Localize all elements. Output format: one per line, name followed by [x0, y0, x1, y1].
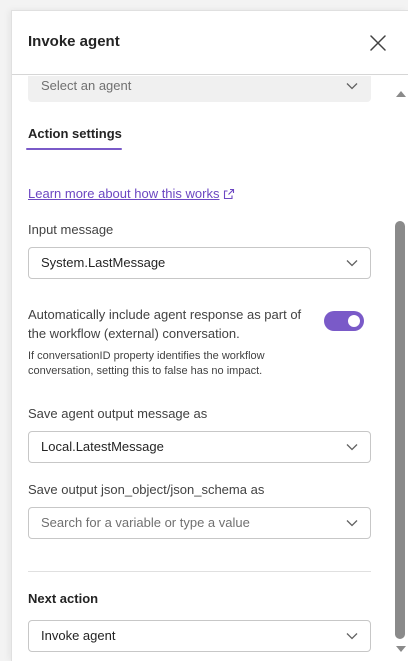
input-message-select[interactable]: System.LastMessage — [28, 247, 371, 279]
include-response-toggle[interactable] — [324, 311, 364, 331]
chevron-down-icon — [346, 260, 358, 267]
external-link-icon — [224, 188, 235, 200]
include-response-helper: If conversationID property identifies th… — [28, 350, 265, 377]
next-action-label: Next action — [28, 591, 99, 606]
save-output-value: Local.LatestMessage — [41, 439, 164, 454]
chevron-down-icon — [346, 633, 358, 640]
save-output-select[interactable]: Local.LatestMessage — [28, 431, 371, 463]
close-icon — [370, 35, 386, 51]
learn-more-label: Learn more about how this works — [28, 186, 220, 201]
panel-header: Invoke agent — [12, 11, 408, 75]
save-output-label: Save agent output message as — [28, 406, 208, 421]
save-json-select[interactable]: Search for a variable or type a value — [28, 507, 371, 539]
tab-active-indicator — [26, 148, 122, 150]
panel-body: Select an agent Action settings Learn mo… — [12, 76, 408, 661]
next-action-value: Invoke agent — [41, 628, 116, 643]
save-json-label: Save output json_object/json_schema as — [28, 482, 265, 497]
agent-select[interactable]: Select an agent — [28, 76, 371, 102]
chevron-down-icon — [346, 444, 358, 451]
save-json-placeholder: Search for a variable or type a value — [41, 515, 250, 530]
include-response-label: Automatically include agent response as … — [28, 307, 302, 341]
tab-action-settings[interactable]: Action settings — [28, 126, 122, 141]
scrollbar[interactable] — [392, 76, 408, 661]
scrollbar-thumb[interactable] — [395, 221, 405, 639]
close-button[interactable] — [368, 33, 388, 53]
agent-select-placeholder: Select an agent — [41, 78, 132, 93]
input-message-value: System.LastMessage — [41, 255, 166, 270]
scroll-up-arrow-icon[interactable] — [396, 90, 406, 98]
panel-title: Invoke agent — [28, 33, 120, 50]
invoke-agent-panel: Invoke agent Select an agent Action sett… — [11, 10, 408, 661]
chevron-down-icon — [346, 83, 358, 90]
scroll-down-arrow-icon[interactable] — [396, 645, 406, 653]
next-action-select[interactable]: Invoke agent — [28, 620, 371, 652]
toggle-knob — [348, 315, 360, 327]
learn-more-link[interactable]: Learn more about how this works — [28, 186, 235, 201]
section-divider — [28, 571, 371, 572]
chevron-down-icon — [346, 520, 358, 527]
input-message-label: Input message — [28, 222, 114, 237]
